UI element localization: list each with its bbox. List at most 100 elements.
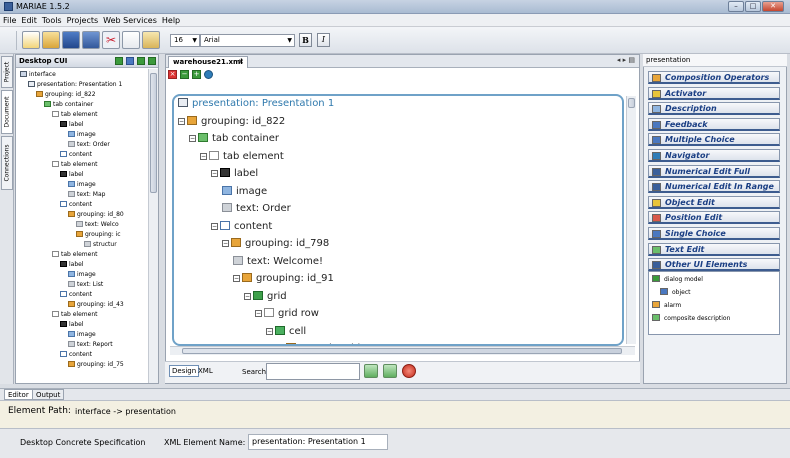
- palette-item[interactable]: Numerical Edit In Range: [648, 180, 780, 194]
- tree-node[interactable]: content: [60, 151, 92, 159]
- palette-item[interactable]: Other UI Elements: [648, 258, 780, 272]
- other-ui-element[interactable]: object: [660, 288, 691, 297]
- tab-navigation[interactable]: ◂ ▸ ▤: [617, 56, 635, 64]
- font-name-select[interactable]: Arial ▼: [200, 34, 295, 47]
- tree-node[interactable]: grouping: id_43: [68, 301, 124, 309]
- collapse-icon[interactable]: −: [178, 117, 185, 125]
- tree-node[interactable]: image: [68, 331, 96, 339]
- tree-node[interactable]: content: [60, 291, 92, 299]
- menu-tools[interactable]: Tools: [42, 16, 62, 25]
- palette-item[interactable]: Navigator: [648, 149, 780, 162]
- search-input[interactable]: [266, 363, 360, 380]
- other-ui-element[interactable]: alarm: [652, 301, 681, 310]
- scroll-thumb[interactable]: [182, 348, 622, 354]
- menu-edit[interactable]: Edit: [21, 16, 37, 25]
- palette-item[interactable]: Description: [648, 102, 780, 116]
- design-node[interactable]: image: [222, 185, 267, 198]
- tab-document[interactable]: Document: [1, 90, 13, 134]
- font-size-select[interactable]: 16 ▼: [170, 34, 200, 47]
- palette-item[interactable]: Numerical Edit Full: [648, 164, 780, 178]
- tab-project[interactable]: Project: [1, 56, 13, 88]
- palette-item[interactable]: Feedback: [648, 117, 780, 131]
- palette-item[interactable]: Position Edit: [648, 211, 780, 225]
- tree-node[interactable]: tab container: [44, 101, 93, 109]
- editor-horizontal-scrollbar[interactable]: [170, 346, 635, 355]
- minus-icon[interactable]: −: [180, 70, 189, 79]
- design-node[interactable]: − tab container: [189, 133, 279, 145]
- tab-warehouse21-xml[interactable]: warehouse21.xml ✕: [168, 56, 248, 68]
- left-tree-scrollbar[interactable]: [148, 69, 158, 383]
- menu-help[interactable]: Help: [162, 16, 180, 25]
- collapse-icon[interactable]: −: [255, 310, 262, 317]
- design-node[interactable]: − grouping: id_822: [178, 115, 285, 128]
- tab-editor[interactable]: Editor: [4, 389, 33, 400]
- palette-item[interactable]: Multiple Choice: [648, 133, 780, 147]
- palette-item[interactable]: Object Edit: [648, 195, 780, 209]
- tree-node[interactable]: grouping: ic: [76, 231, 121, 239]
- collapse-icon[interactable]: −: [211, 222, 218, 230]
- tree-node[interactable]: image: [68, 271, 96, 279]
- maximize-button[interactable]: □: [745, 1, 761, 12]
- plus-icon[interactable]: +: [192, 70, 201, 79]
- design-node[interactable]: text: Welcome!: [233, 255, 323, 268]
- close-button[interactable]: ✕: [762, 1, 784, 12]
- expand-icon[interactable]: [137, 57, 145, 65]
- tree-node[interactable]: image: [68, 131, 96, 139]
- tree-node[interactable]: text: Welco: [76, 221, 119, 229]
- search-all-icon[interactable]: [383, 364, 397, 378]
- save-icon[interactable]: [62, 31, 80, 49]
- tree-node[interactable]: text: List: [68, 281, 103, 289]
- new-file-icon[interactable]: [22, 31, 40, 49]
- tree-node[interactable]: grouping: id_822: [36, 91, 96, 99]
- tree-node[interactable]: structur: [84, 241, 117, 249]
- tree-node[interactable]: interface: [20, 71, 56, 79]
- collapse-icon[interactable]: −: [244, 292, 251, 300]
- search-next-icon[interactable]: [364, 364, 378, 378]
- design-node[interactable]: − cell: [266, 325, 306, 338]
- tree-node[interactable]: content: [60, 201, 92, 209]
- design-node[interactable]: − grouping: id_91: [233, 273, 334, 285]
- menu-file[interactable]: File: [3, 16, 16, 25]
- open-folder-icon[interactable]: [42, 31, 60, 49]
- window-icon[interactable]: [126, 57, 134, 65]
- copy-icon[interactable]: [122, 31, 140, 49]
- scissors-icon[interactable]: ✂: [102, 31, 120, 49]
- tree-node[interactable]: label: [60, 321, 84, 329]
- tree-node[interactable]: grouping: id_80: [68, 211, 124, 219]
- tab-connections[interactable]: Connections: [1, 136, 13, 190]
- design-node[interactable]: − grouping: id_798: [222, 238, 329, 250]
- menu-projects[interactable]: Projects: [67, 16, 99, 25]
- tab-output[interactable]: Output: [32, 389, 65, 400]
- other-ui-element[interactable]: composite description: [652, 314, 730, 323]
- other-ui-element[interactable]: dialog model: [652, 275, 703, 284]
- tree-node[interactable]: label: [60, 261, 84, 269]
- design-node[interactable]: − label: [211, 168, 258, 180]
- tree-node[interactable]: image: [68, 181, 96, 189]
- bold-button[interactable]: B: [299, 33, 312, 47]
- scroll-thumb[interactable]: [628, 98, 635, 108]
- design-node[interactable]: text: Order: [222, 203, 291, 215]
- collapse-icon[interactable]: −: [233, 275, 240, 282]
- menu-web-services[interactable]: Web Services: [103, 16, 157, 25]
- save-as-icon[interactable]: [82, 31, 100, 49]
- palette-item[interactable]: Single Choice: [648, 227, 780, 240]
- tree-node[interactable]: tab element: [52, 311, 98, 319]
- design-node[interactable]: − grid row: [255, 308, 319, 320]
- tree-node[interactable]: presentation: Presentation 1: [28, 81, 122, 89]
- collapse-icon[interactable]: −: [189, 135, 196, 142]
- tree-node[interactable]: tab element: [52, 111, 98, 119]
- editor-vertical-scrollbar[interactable]: [626, 96, 636, 344]
- add-icon[interactable]: [115, 57, 123, 65]
- palette-item[interactable]: Activator: [648, 86, 780, 100]
- tree-node[interactable]: text: Map: [68, 191, 105, 199]
- tab-xml[interactable]: XML: [195, 365, 216, 377]
- paste-icon[interactable]: [142, 31, 160, 49]
- palette-item[interactable]: Composition Operators: [648, 71, 780, 84]
- collapse-icon[interactable]: −: [200, 152, 207, 160]
- minimize-button[interactable]: –: [728, 1, 744, 12]
- tree-node[interactable]: label: [60, 121, 84, 129]
- tree-node[interactable]: text: Order: [68, 141, 110, 149]
- design-node[interactable]: − tab element: [200, 150, 284, 163]
- clear-search-icon[interactable]: [402, 364, 416, 378]
- tree-node[interactable]: text: Report: [68, 341, 113, 349]
